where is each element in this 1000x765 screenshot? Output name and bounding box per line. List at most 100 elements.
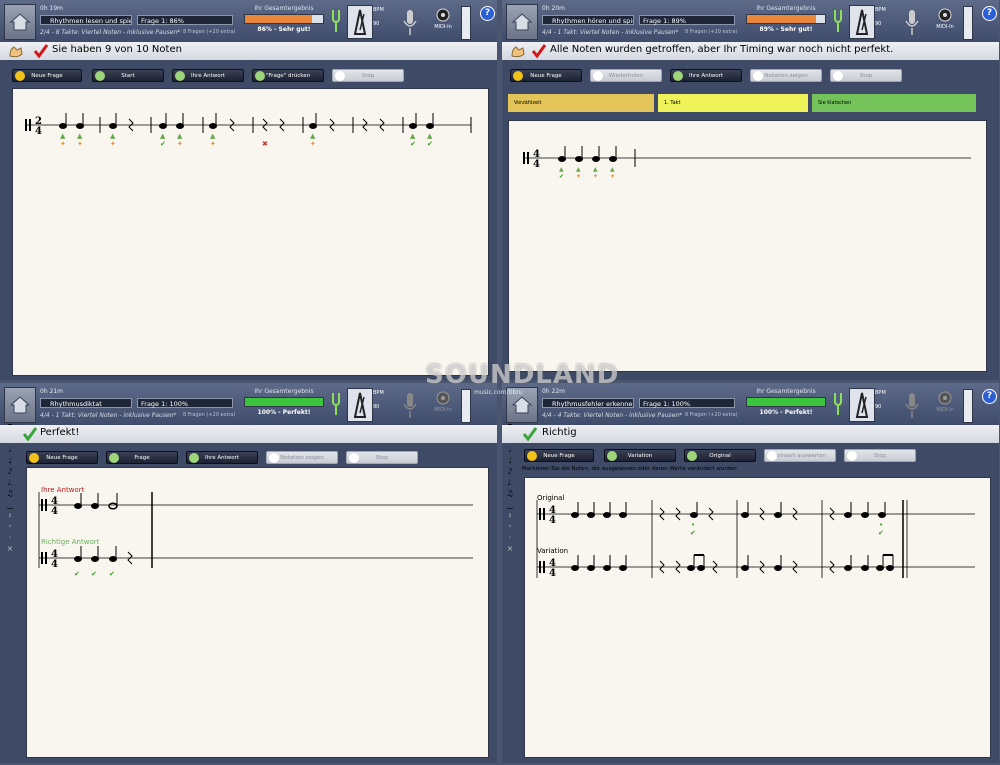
metronome-button[interactable] (849, 5, 875, 39)
your-answer-button[interactable]: Ihre Antwort (670, 69, 742, 82)
notation-area[interactable]: Ihre Antwort Richtige Antwort 4 4 4 4 ✔ … (26, 467, 489, 758)
help-button[interactable]: ? (982, 389, 997, 404)
your-answer-button[interactable]: Ihre Antwort (172, 69, 244, 82)
evaluate-answer-button[interactable]: Antwort auswerten (764, 449, 836, 462)
metronome-button[interactable] (849, 388, 875, 422)
new-question-button[interactable]: Neue Frage (26, 451, 98, 464)
microphone-button[interactable] (400, 7, 420, 37)
delete-icon[interactable]: × (4, 544, 16, 555)
dot-icon[interactable]: · (504, 533, 516, 544)
new-question-button[interactable]: Neue Frage (12, 69, 82, 82)
checkmark-icon (531, 44, 547, 59)
quarter-note-icon[interactable]: ♩ (4, 456, 16, 467)
midi-in-button[interactable]: MIDI-In (432, 391, 454, 421)
svg-text:▲: ▲ (576, 166, 581, 173)
rest-icon[interactable]: 𝄽 (504, 511, 516, 522)
eighth-note-icon[interactable]: ♪ (504, 467, 516, 478)
variation-button[interactable]: Variation (604, 449, 676, 462)
svg-text:4: 4 (51, 559, 58, 570)
result-progress-bar (746, 397, 826, 407)
svg-text:✦: ✦ (576, 173, 581, 180)
stop-button[interactable]: Stop (830, 69, 902, 82)
microphone-button[interactable] (902, 390, 922, 420)
notation-icon (269, 453, 279, 463)
panel-rhythm-dictation: 0h 21m Rhythmusdiktat Frage 1: 100% 4/4 … (0, 383, 497, 763)
bpm-control[interactable]: BPM 90 (373, 7, 395, 37)
svg-text:✦: ✦ (593, 173, 598, 180)
home-button[interactable] (4, 387, 36, 423)
home-button[interactable] (506, 4, 538, 40)
midi-in-button[interactable]: MIDI-In (934, 391, 956, 421)
midi-in-button[interactable]: MIDI-In (432, 8, 454, 38)
eighth-rest-icon[interactable]: 𝄾 (4, 522, 16, 533)
microphone-button[interactable] (902, 7, 922, 37)
show-notation-button[interactable]: Notation zeigen (750, 69, 822, 82)
svg-text:▲: ▲ (559, 166, 564, 173)
help-button[interactable]: ? (480, 6, 495, 21)
microphone-icon (905, 393, 919, 418)
bpm-control[interactable]: BPM 90 (875, 390, 897, 420)
delete-icon[interactable]: × (504, 544, 516, 555)
bpm-control[interactable]: BPM 90 (373, 390, 395, 420)
volume-slider[interactable] (963, 6, 973, 40)
start-button[interactable]: Start (92, 69, 164, 82)
midi-in-button[interactable]: MIDI-In (934, 8, 956, 38)
repeat-button[interactable]: Wiederholen (590, 69, 662, 82)
show-notation-button[interactable]: Notation zeigen (266, 451, 338, 464)
tuning-fork-icon[interactable] (832, 391, 844, 417)
exercise-mode-field[interactable]: Rhythmen lesen und spielen (40, 15, 132, 25)
volume-slider[interactable] (461, 6, 471, 40)
metronome-icon (353, 392, 367, 418)
half-note-icon[interactable]: 𝅗𝅥 (504, 445, 516, 456)
home-icon (511, 396, 533, 414)
bpm-control[interactable]: BPM 90 (875, 7, 897, 37)
star-icon (513, 71, 523, 81)
eighth-note-icon[interactable]: ♪ (4, 467, 16, 478)
svg-text:✔: ✔ (410, 140, 416, 148)
tie-icon[interactable]: ‿ (4, 500, 16, 511)
press-question-button[interactable]: "Frage" drücken (252, 69, 324, 82)
triplet-icon[interactable]: ♫ (4, 489, 16, 500)
dotted-note-icon[interactable]: ♩. (504, 478, 516, 489)
svg-text:✔: ✔ (427, 140, 433, 148)
volume-slider[interactable] (963, 389, 973, 423)
tuning-fork-icon[interactable] (832, 8, 844, 34)
stop-button[interactable]: Stop (844, 449, 916, 462)
exercise-mode-field[interactable]: Rhythmen hören und spielen (542, 15, 634, 25)
exercise-description: 4/4 - 1 Takt: Viertel Noten - inklusive … (40, 412, 177, 419)
hand-icon[interactable] (510, 44, 526, 58)
feedback-bar: Alle Noten wurden getroffen, aber Ihr Ti… (502, 42, 999, 60)
hand-icon[interactable] (8, 44, 24, 58)
metronome-button[interactable] (347, 388, 373, 422)
your-answer-button[interactable]: Ihre Antwort (186, 451, 258, 464)
stop-button[interactable]: Stop (346, 451, 418, 464)
tie-icon[interactable]: ‿ (504, 500, 516, 511)
stop-button[interactable]: Stop (332, 69, 404, 82)
volume-slider[interactable] (461, 389, 471, 423)
dot-icon[interactable]: · (4, 533, 16, 544)
half-note-icon[interactable]: 𝅗𝅥 (4, 445, 16, 456)
question-button[interactable]: Frage (106, 451, 178, 464)
notation-area[interactable]: 2 4 ▲ ✦ ▲ ✦ ▲ ✦ ▲ ✔ ▲ ✦ ▲ ✦ ✖ ▲ ✦ ▲ ✔ ▲ … (12, 88, 489, 376)
original-button[interactable]: Original (684, 449, 756, 462)
midi-icon (938, 391, 952, 405)
tuning-fork-icon[interactable] (330, 391, 342, 417)
tuning-fork-icon[interactable] (330, 8, 342, 34)
exercise-mode-field[interactable]: Rhythmusfehler erkennen (542, 398, 634, 408)
notation-area[interactable]: Original Variation 4 4 4 4 • ✔ • ✔ (524, 477, 991, 758)
eighth-rest-icon[interactable]: 𝄾 (504, 522, 516, 533)
new-question-button[interactable]: Neue Frage (510, 69, 582, 82)
notation-area[interactable]: 4 4 ▲ ✔ ▲ ✦ ▲ ✦ ▲ ✦ (508, 120, 987, 372)
new-question-button[interactable]: Neue Frage (524, 449, 594, 462)
svg-text:✖: ✖ (262, 140, 268, 148)
triplet-icon[interactable]: ♫ (504, 489, 516, 500)
dotted-note-icon[interactable]: ♩. (4, 478, 16, 489)
microphone-button[interactable] (400, 390, 420, 420)
help-button[interactable]: ? (982, 6, 997, 21)
exercise-mode-field[interactable]: Rhythmusdiktat (40, 398, 132, 408)
quarter-note-icon[interactable]: ♩ (504, 456, 516, 467)
result-label: Ihr Gesamtergebnis (756, 5, 816, 12)
rest-icon[interactable]: 𝄽 (4, 511, 16, 522)
home-button[interactable] (4, 4, 36, 40)
metronome-button[interactable] (347, 5, 373, 39)
